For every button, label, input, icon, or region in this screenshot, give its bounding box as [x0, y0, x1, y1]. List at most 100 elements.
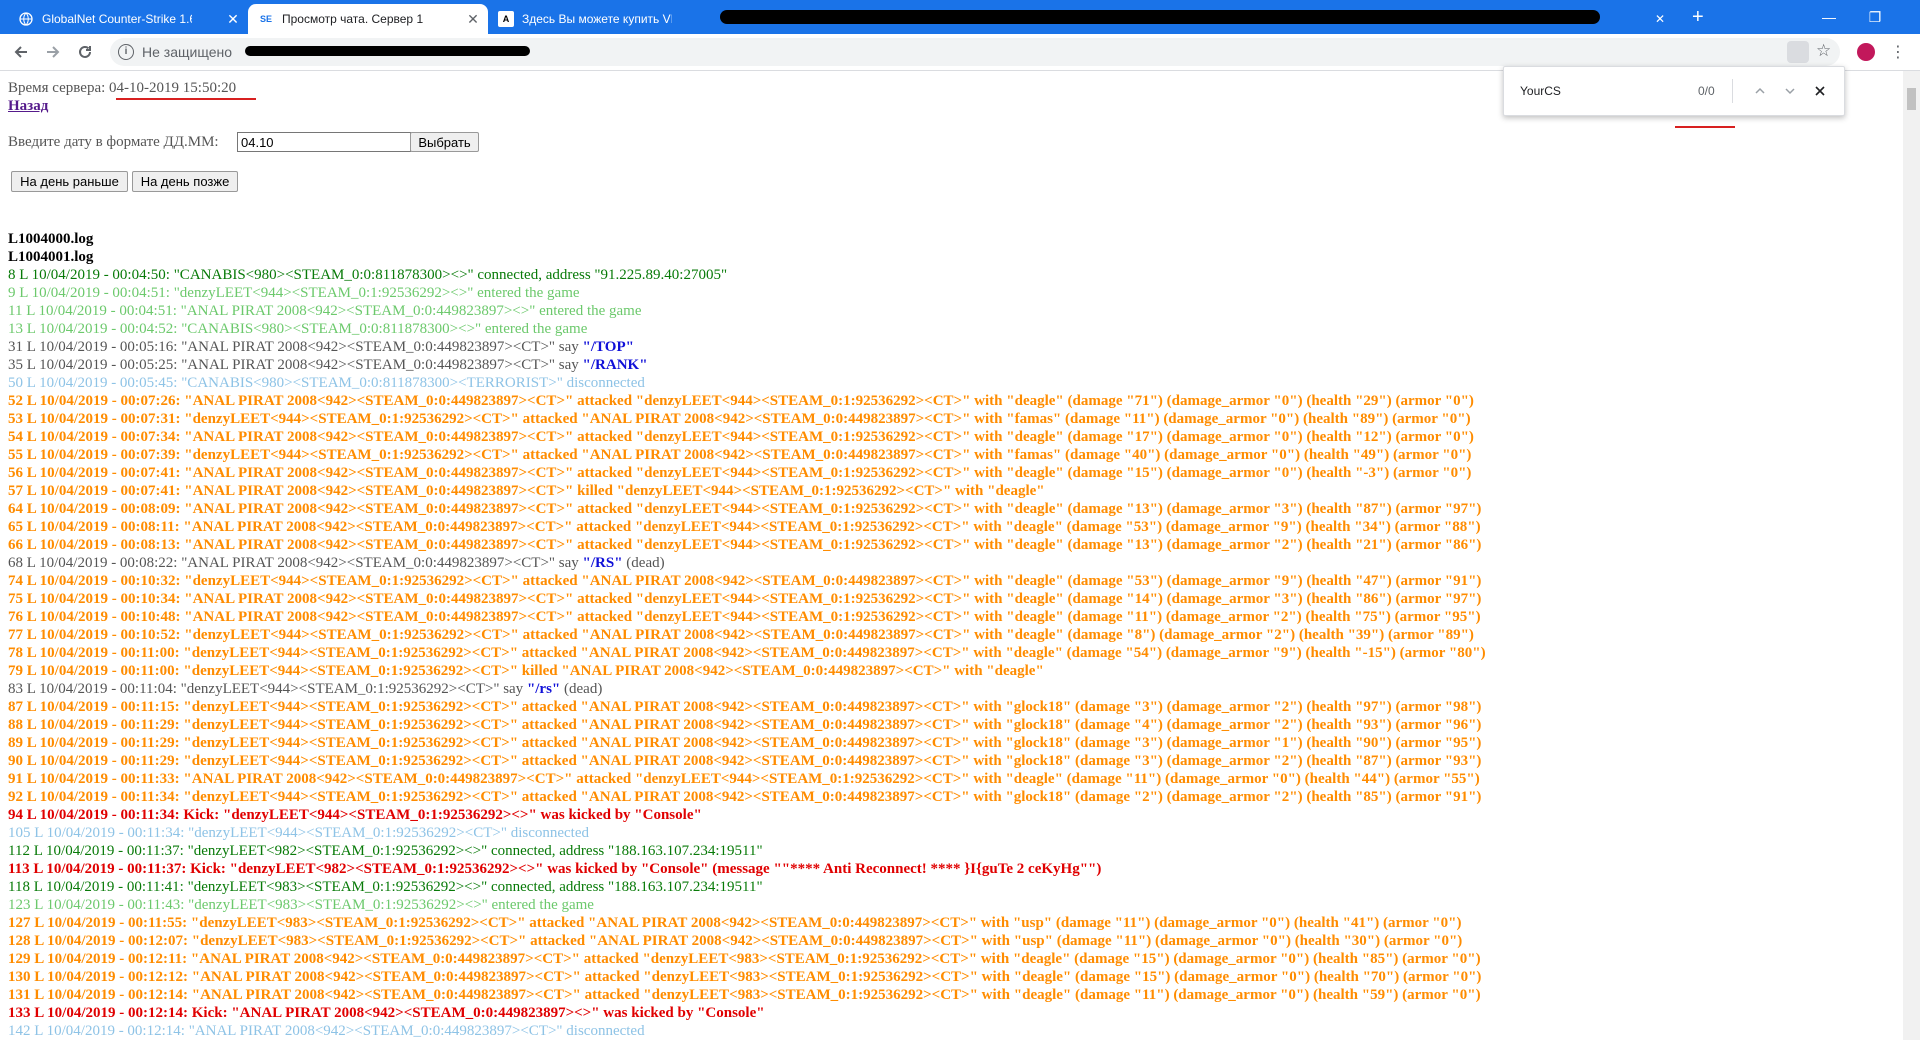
address-bar[interactable]: i Не защищено ☆ [110, 38, 1840, 66]
log-entry-text: 94 L 10/04/2019 - 00:11:34: Kick: "denzy… [8, 807, 702, 823]
log-entry-text: 35 L 10/04/2019 - 00:05:25: "ANAL PIRAT … [8, 357, 583, 373]
log-entry-text: 105 L 10/04/2019 - 00:11:34: "denzyLEET<… [8, 825, 589, 841]
chat-suffix: (dead) [622, 555, 665, 571]
log-entry-text: 142 L 10/04/2019 - 00:12:14: "ANAL PIRAT… [8, 1023, 645, 1039]
log-entry-text: 54 L 10/04/2019 - 00:07:34: "ANAL PIRAT … [8, 429, 1474, 445]
tab-title: Просмотр чата. Сервер 1 [282, 12, 424, 26]
log-entry: 35 L 10/04/2019 - 00:05:25: "ANAL PIRAT … [8, 356, 648, 374]
log-entry: 76 L 10/04/2019 - 00:10:48: "ANAL PIRAT … [8, 608, 1481, 626]
log-file-name: L1004001.log [8, 249, 94, 265]
log-entry-text: 91 L 10/04/2019 - 00:11:33: "ANAL PIRAT … [8, 771, 1480, 787]
info-icon[interactable]: i [118, 44, 134, 60]
find-input[interactable]: YourCS [1520, 84, 1561, 98]
find-prev-chevron-up-icon[interactable] [1748, 79, 1772, 103]
log-entry: 127 L 10/04/2019 - 00:11:55: "denzyLEET<… [8, 914, 1461, 932]
tab-close-icon[interactable]: ✕ [226, 11, 240, 28]
tab-title: GlobalNet Counter-Strike 1.6 Sta [42, 12, 192, 26]
log-entry-text: 83 L 10/04/2019 - 00:11:04: "denzyLEET<9… [8, 681, 527, 697]
log-entry-text: 11 L 10/04/2019 - 00:04:51: "ANAL PIRAT … [8, 303, 642, 319]
log-entry-text: 52 L 10/04/2019 - 00:07:26: "ANAL PIRAT … [8, 393, 1474, 409]
tab-strip: GlobalNet Counter-Strike 1.6 Sta ✕ SE Пр… [0, 0, 1920, 34]
select-button[interactable]: Выбрать [410, 132, 479, 152]
back-link[interactable]: Назад [8, 97, 48, 115]
log-entry-text: 55 L 10/04/2019 - 00:07:39: "denzyLEET<9… [8, 447, 1472, 463]
log-entry-text: 50 L 10/04/2019 - 00:05:45: "CANABIS<980… [8, 375, 645, 391]
log-entry-text: 53 L 10/04/2019 - 00:07:31: "denzyLEET<9… [8, 411, 1471, 427]
log-entry-text: 113 L 10/04/2019 - 00:11:37: Kick: "denz… [8, 861, 1102, 877]
log-entry-text: 87 L 10/04/2019 - 00:11:15: "denzyLEET<9… [8, 699, 1482, 715]
chat-message: "/TOP" [582, 339, 634, 355]
forward-arrow-icon[interactable] [40, 39, 66, 65]
date-prompt: Введите дату в формате ДД.ММ: [8, 134, 219, 150]
log-entry: 75 L 10/04/2019 - 00:10:34: "ANAL PIRAT … [8, 590, 1481, 608]
restore-icon[interactable]: ❐ [1852, 0, 1898, 34]
log-entry: 83 L 10/04/2019 - 00:11:04: "denzyLEET<9… [8, 680, 602, 698]
log-entry-text: 90 L 10/04/2019 - 00:11:29: "denzyLEET<9… [8, 753, 1482, 769]
log-entry: 87 L 10/04/2019 - 00:11:15: "denzyLEET<9… [8, 698, 1481, 716]
log-entry: 79 L 10/04/2019 - 00:11:00: "denzyLEET<9… [8, 662, 1044, 680]
log-entry: 53 L 10/04/2019 - 00:07:31: "denzyLEET<9… [8, 410, 1471, 428]
log-entry-text: 65 L 10/04/2019 - 00:08:11: "ANAL PIRAT … [8, 519, 1481, 535]
log-entry: 54 L 10/04/2019 - 00:07:34: "ANAL PIRAT … [8, 428, 1474, 446]
log-entry: 78 L 10/04/2019 - 00:11:00: "denzyLEET<9… [8, 644, 1486, 662]
date-input[interactable] [237, 132, 411, 152]
find-next-chevron-down-icon[interactable] [1778, 79, 1802, 103]
log-entry: 94 L 10/04/2019 - 00:11:34: Kick: "denzy… [8, 806, 702, 824]
log-entry-text: 78 L 10/04/2019 - 00:11:00: "denzyLEET<9… [8, 645, 1486, 661]
reload-icon[interactable] [72, 39, 98, 65]
chat-suffix: (dead) [560, 681, 603, 697]
log-entry: 56 L 10/04/2019 - 00:07:41: "ANAL PIRAT … [8, 464, 1471, 482]
scrollbar[interactable] [1903, 71, 1920, 1040]
tab-globalnet[interactable]: GlobalNet Counter-Strike 1.6 Sta ✕ [8, 4, 248, 34]
log-entry: 105 L 10/04/2019 - 00:11:34: "denzyLEET<… [8, 824, 589, 842]
log-entry: 64 L 10/04/2019 - 00:08:09: "ANAL PIRAT … [8, 500, 1481, 518]
log-entry-text: 9 L 10/04/2019 - 00:04:51: "denzyLEET<94… [8, 285, 580, 301]
page-content: Время сервера: 04-10-2019 15:50:20 Назад… [0, 71, 1903, 1040]
log-entry: 90 L 10/04/2019 - 00:11:29: "denzyLEET<9… [8, 752, 1481, 770]
prev-day-button[interactable]: На день раньше [11, 171, 128, 192]
log-entry-text: 88 L 10/04/2019 - 00:11:29: "denzyLEET<9… [8, 717, 1482, 733]
tab-chat-view[interactable]: SE Просмотр чата. Сервер 1 ✕ [248, 4, 488, 34]
star-icon[interactable]: ☆ [1816, 41, 1831, 61]
new-tab-button[interactable]: + [1692, 2, 1712, 32]
server-time-value: 04-10-2019 15:50:20 [109, 80, 237, 96]
log-entry-text: 13 L 10/04/2019 - 00:04:52: "CANABIS<980… [8, 321, 588, 337]
log-entry-text: 128 L 10/04/2019 - 00:12:07: "denzyLEET<… [8, 933, 1463, 949]
server-time-row: Время сервера: 04-10-2019 15:50:20 [8, 79, 236, 97]
log-entry: 88 L 10/04/2019 - 00:11:29: "denzyLEET<9… [8, 716, 1481, 734]
log-entry: 113 L 10/04/2019 - 00:11:37: Kick: "denz… [8, 860, 1101, 878]
tab-close-icon[interactable]: ✕ [466, 11, 480, 28]
log-entry-text: 56 L 10/04/2019 - 00:07:41: "ANAL PIRAT … [8, 465, 1472, 481]
log-entry-text: 127 L 10/04/2019 - 00:11:55: "denzyLEET<… [8, 915, 1462, 931]
find-divider [1732, 79, 1733, 103]
log-entry: 74 L 10/04/2019 - 00:10:32: "denzyLEET<9… [8, 572, 1481, 590]
scrollbar-thumb[interactable] [1907, 88, 1916, 110]
log-entry: 133 L 10/04/2019 - 00:12:14: Kick: "ANAL… [8, 1004, 765, 1022]
log-entry: 50 L 10/04/2019 - 00:05:45: "CANABIS<980… [8, 374, 645, 392]
log-entry-text: 66 L 10/04/2019 - 00:08:13: "ANAL PIRAT … [8, 537, 1482, 553]
tab-close-icon[interactable]: ✕ [1655, 4, 1675, 34]
log-entry: 89 L 10/04/2019 - 00:11:29: "denzyLEET<9… [8, 734, 1481, 752]
log-entry-text: 68 L 10/04/2019 - 00:08:22: "ANAL PIRAT … [8, 555, 583, 571]
log-entry: 130 L 10/04/2019 - 00:12:12: "ANAL PIRAT… [8, 968, 1481, 986]
next-day-button[interactable]: На день позже [132, 171, 238, 192]
log-entry-text: 76 L 10/04/2019 - 00:10:48: "ANAL PIRAT … [8, 609, 1481, 625]
log-entry: 91 L 10/04/2019 - 00:11:33: "ANAL PIRAT … [8, 770, 1480, 788]
log-entry-text: 118 L 10/04/2019 - 00:11:41: "denzyLEET<… [8, 879, 763, 895]
log-entry: 129 L 10/04/2019 - 00:12:11: "ANAL PIRAT… [8, 950, 1481, 968]
log-entry: 65 L 10/04/2019 - 00:08:11: "ANAL PIRAT … [8, 518, 1481, 536]
find-close-icon[interactable] [1808, 79, 1832, 103]
tab-buy-vip[interactable]: A Здесь Вы можете купить VIP/TO [488, 4, 728, 34]
profile-avatar[interactable] [1857, 43, 1875, 61]
log-entry-text: 75 L 10/04/2019 - 00:10:34: "ANAL PIRAT … [8, 591, 1482, 607]
log-entry: 77 L 10/04/2019 - 00:10:52: "denzyLEET<9… [8, 626, 1474, 644]
back-arrow-icon[interactable] [8, 39, 34, 65]
find-bar: YourCS 0/0 [1503, 66, 1845, 116]
minimize-icon[interactable]: — [1806, 0, 1852, 34]
cs-favicon: A [498, 11, 514, 27]
log-entry: 13 L 10/04/2019 - 00:04:52: "CANABIS<980… [8, 320, 587, 338]
translate-icon[interactable] [1787, 41, 1809, 63]
menu-icon[interactable]: ⋮ [1890, 42, 1906, 61]
server-favicon: SE [259, 14, 272, 24]
log-entry: 8 L 10/04/2019 - 00:04:50: "CANABIS<980>… [8, 266, 727, 284]
